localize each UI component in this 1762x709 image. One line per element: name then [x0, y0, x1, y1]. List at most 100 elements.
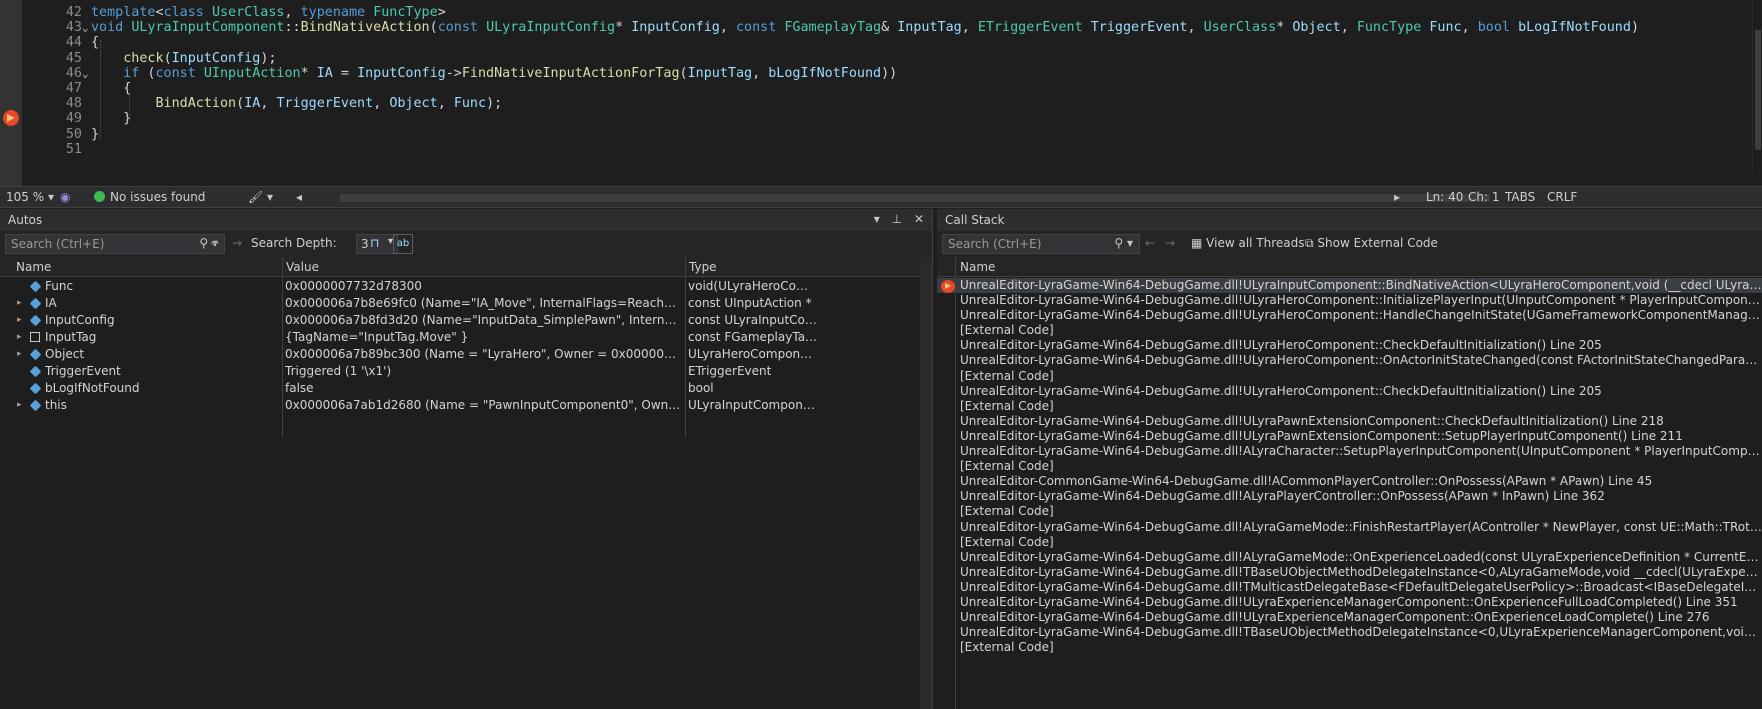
autos-search-input[interactable]: Search (Ctrl+E) ⚲ ▾	[5, 234, 225, 254]
column-indicator[interactable]: Ch: 1	[1468, 190, 1499, 204]
frame-text: UnrealEditor-LyraGame-Win64-DebugGame.dl…	[960, 579, 1762, 594]
frame-text: [External Code]	[960, 368, 1054, 383]
hex-display-icon[interactable]: ab	[393, 234, 413, 254]
code-token: ,	[961, 20, 978, 36]
cell-value[interactable]: false	[285, 380, 681, 397]
external-code-frame[interactable]: [External Code]	[937, 640, 1762, 655]
code-token: ULyraInputComponent	[131, 20, 285, 36]
scrollbar-thumb[interactable]	[1755, 30, 1761, 150]
autos-row[interactable]: Func 0x0000007732d78300 void(ULyraHeroComp…	[0, 278, 932, 295]
search-next-icon[interactable]: →	[1165, 236, 1175, 250]
cell-value[interactable]: 0x000006a7b89bc300 (Name = "LyraHero", O…	[285, 346, 681, 363]
expand-chevron-icon[interactable]: ▸	[17, 397, 22, 414]
stack-frame[interactable]: UnrealEditor-LyraGame-Win64-DebugGame.dl…	[937, 580, 1762, 595]
external-code-frame[interactable]: [External Code]	[937, 535, 1762, 550]
intellisense-icon[interactable]: ◉	[60, 190, 70, 204]
scroll-right-icon[interactable]: ▸	[1394, 190, 1400, 204]
window-position-icon[interactable]: ▾	[874, 212, 880, 226]
indent-mode[interactable]: TABS	[1505, 190, 1535, 204]
cell-value[interactable]: {TagName="InputTag.Move" }	[285, 329, 681, 346]
pin-icon[interactable]: ⊥	[892, 212, 902, 226]
cell-type: bool	[688, 381, 714, 395]
stack-frame[interactable]: UnrealEditor-LyraGame-Win64-DebugGame.dl…	[937, 414, 1762, 429]
autos-row[interactable]: ▸ InputConfig 0x000006a7b8fd3d20 (Name="In…	[0, 312, 932, 329]
stack-frame[interactable]: UnrealEditor-LyraGame-Win64-DebugGame.dl…	[937, 338, 1762, 353]
search-previous-icon[interactable]: ←	[1145, 236, 1155, 250]
column-header-name[interactable]: Name	[960, 260, 995, 274]
code-token: ETriggerEvent	[977, 20, 1083, 36]
stack-frame[interactable]: UnrealEditor-LyraGame-Win64-DebugGame.dl…	[937, 429, 1762, 444]
call-stack-search-input[interactable]: Search (Ctrl+E) ⚲ ▾	[942, 234, 1140, 254]
autos-row[interactable]: ▸ this 0x000006a7ab1d2680 (Name = "PawnInp…	[0, 397, 932, 414]
editor-horizontal-scrollbar[interactable]	[340, 194, 1490, 202]
close-icon[interactable]: ✕	[914, 212, 924, 226]
autos-row[interactable]: TriggerEvent Triggered (1 '\x1') ETriggerE…	[0, 363, 932, 380]
external-code-frame[interactable]: [External Code]	[937, 504, 1762, 519]
call-stack-toolbar: Search (Ctrl+E) ⚲ ▾ ← → ▦ View all Threa…	[937, 231, 1762, 257]
stack-frame[interactable]: UnrealEditor-LyraGame-Win64-DebugGame.dl…	[937, 610, 1762, 625]
issues-indicator[interactable]: No issues found	[94, 190, 205, 204]
autos-row[interactable]: ▸ Object 0x000006a7b89bc300 (Name = "LyraH…	[0, 346, 932, 363]
stack-frame[interactable]: UnrealEditor-LyraGame-Win64-DebugGame.dl…	[937, 384, 1762, 399]
zoom-level[interactable]: 105 % ▾	[6, 190, 54, 204]
stack-frame[interactable]: UnrealEditor-LyraGame-Win64-DebugGame.dl…	[937, 293, 1762, 308]
code-editor[interactable]: 42 template<class UserClass, typename Fun…	[0, 0, 1762, 186]
brush-icon[interactable]: 🖌 ▾	[248, 190, 273, 204]
breakpoint-margin[interactable]	[0, 0, 22, 186]
autos-row[interactable]: ▸ IA 0x000006a7b8e69fc0 (Name="IA_Move", I…	[0, 295, 932, 312]
autos-row[interactable]: bLogIfNotFound false bool	[0, 380, 932, 397]
code-token: ,	[260, 96, 277, 112]
stack-frame[interactable]: UnrealEditor-LyraGame-Win64-DebugGame.dl…	[937, 444, 1762, 459]
external-code-frame[interactable]: [External Code]	[937, 369, 1762, 384]
cell-value[interactable]: 0x000006a7b8e69fc0 (Name="IA_Move", Inte…	[285, 295, 681, 312]
search-previous-icon[interactable]: ←	[210, 236, 220, 250]
expand-chevron-icon[interactable]: ▸	[17, 312, 22, 329]
search-icon[interactable]: ⚲ ▾	[1114, 236, 1133, 250]
autos-vertical-scrollbar[interactable]	[920, 257, 932, 709]
cell-value[interactable]: 0x0000007732d78300	[285, 278, 681, 295]
column-header-name[interactable]: Name	[16, 260, 51, 274]
cell-value[interactable]: Triggered (1 '\x1')	[285, 363, 681, 380]
code-token: InputTag	[687, 65, 753, 81]
stack-frame[interactable]: UnrealEditor-LyraGame-Win64-DebugGame.dl…	[937, 565, 1762, 580]
stack-frame[interactable]: UnrealEditor-CommonGame-Win64-DebugGame.…	[937, 474, 1762, 489]
expand-chevron-icon[interactable]: ▸	[17, 346, 22, 363]
external-code-frame[interactable]: [External Code]	[937, 323, 1762, 338]
pin-to-source-icon[interactable]: ⊓	[370, 236, 379, 250]
stack-frame[interactable]: UnrealEditor-LyraGame-Win64-DebugGame.dl…	[937, 625, 1762, 640]
external-code-frame[interactable]: [External Code]	[937, 399, 1762, 414]
frame-text: UnrealEditor-LyraGame-Win64-DebugGame.dl…	[960, 293, 1762, 308]
chevron-down-icon[interactable]: ▾	[48, 190, 54, 204]
editor-vertical-scrollbar[interactable]	[1752, 0, 1762, 172]
external-code-icon: ⧉	[1305, 236, 1314, 250]
view-all-threads-button[interactable]: ▦ View all Threads	[1191, 236, 1305, 250]
stack-frame[interactable]: UnrealEditor-LyraGame-Win64-DebugGame.dl…	[937, 520, 1762, 535]
column-header-value[interactable]: Value	[286, 260, 319, 274]
expand-chevron-icon[interactable]: ▸	[17, 295, 22, 312]
autos-row[interactable]: ▸ InputTag {TagName="InputTag.Move" } const…	[0, 329, 932, 346]
cell-value[interactable]: 0x000006a7ab1d2680 (Name = "PawnInputCom…	[285, 397, 681, 414]
cell-name: TriggerEvent	[45, 364, 121, 378]
search-next-icon[interactable]: →	[232, 236, 242, 250]
external-code-frame[interactable]: [External Code]	[937, 459, 1762, 474]
stack-frame[interactable]: UnrealEditor-LyraGame-Win64-DebugGame.dl…	[937, 353, 1762, 368]
stack-frame[interactable]: UnrealEditor-LyraGame-Win64-DebugGame.dl…	[937, 489, 1762, 504]
line-indicator[interactable]: Ln: 40	[1426, 190, 1463, 204]
stack-frame[interactable]: UnrealEditor-LyraGame-Win64-DebugGame.dl…	[937, 595, 1762, 610]
stack-frame[interactable]: UnrealEditor-LyraGame-Win64-DebugGame.dl…	[937, 308, 1762, 323]
column-header-type[interactable]: Type	[689, 260, 717, 274]
cell-value[interactable]: 0x000006a7b8fd3d20 (Name="InputData_Simp…	[285, 312, 681, 329]
variable-icon	[29, 280, 42, 293]
current-statement-breakpoint-icon[interactable]	[3, 110, 19, 126]
code-token: ,	[1461, 20, 1478, 36]
stack-frame[interactable]: UnrealEditor-LyraGame-Win64-DebugGame.dl…	[937, 278, 1762, 294]
frame-text: [External Code]	[960, 534, 1054, 549]
line-ending[interactable]: CRLF	[1547, 190, 1577, 204]
scroll-left-icon[interactable]: ◂	[296, 190, 302, 204]
show-external-code-button[interactable]: ⧉ Show External Code	[1305, 236, 1438, 251]
stack-frame[interactable]: UnrealEditor-LyraGame-Win64-DebugGame.dl…	[937, 550, 1762, 565]
code-line[interactable]: 51	[22, 141, 1762, 159]
frame-text: UnrealEditor-LyraGame-Win64-DebugGame.dl…	[960, 353, 1762, 368]
code-token: ,	[1187, 20, 1204, 36]
expand-chevron-icon[interactable]: ▸	[17, 329, 22, 346]
